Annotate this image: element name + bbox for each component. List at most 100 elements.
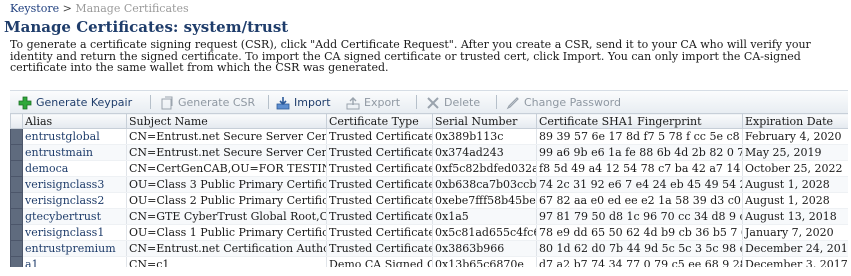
cell-subject: CN=Entrust.net Secure Server Certificate bbox=[126, 128, 327, 145]
import-label: Import bbox=[294, 96, 331, 109]
cell-subject: CN=GTE CyberTrust Global Root,OU=GTE bbox=[126, 208, 327, 225]
toolbar-divider bbox=[416, 95, 417, 109]
cell-type: Trusted Certificate bbox=[326, 160, 433, 177]
column-header-serial-number[interactable]: Serial Number bbox=[432, 113, 537, 129]
import-button[interactable]: Import bbox=[276, 95, 331, 110]
breadcrumb-keystore-link[interactable]: Keystore bbox=[10, 2, 59, 15]
generate-csr-button[interactable]: Generate CSR bbox=[160, 95, 255, 110]
certificates-table: Alias Subject Name Certificate Type Seri… bbox=[10, 113, 848, 267]
toolbar-divider bbox=[268, 95, 269, 109]
cell-alias[interactable]: entrustmain bbox=[22, 144, 127, 161]
cell-expires: January 7, 2020 bbox=[742, 224, 848, 241]
change-password-label: Change Password bbox=[524, 96, 621, 109]
column-header-sha1-fingerprint[interactable]: Certificate SHA1 Fingerprint bbox=[536, 113, 743, 129]
cell-serial: 0x374ad243 bbox=[432, 144, 537, 161]
table-row[interactable]: entrustglobal CN=Entrust.net Secure Serv… bbox=[10, 128, 848, 145]
row-selector[interactable] bbox=[10, 160, 23, 177]
export-label: Export bbox=[364, 96, 401, 109]
delete-icon bbox=[426, 96, 440, 110]
cell-serial: 0x389b113c bbox=[432, 128, 537, 145]
cell-alias[interactable]: a1 bbox=[22, 256, 127, 267]
cell-alias[interactable]: entrustpremium bbox=[22, 240, 127, 257]
cell-serial: 0x1a5 bbox=[432, 208, 537, 225]
cell-sha1: f8 5d 49 a4 12 54 78 c7 ba 42 a7 14 3 bbox=[536, 160, 743, 177]
row-selector[interactable] bbox=[10, 128, 23, 145]
breadcrumb-separator: > bbox=[62, 2, 72, 15]
cell-expires: May 25, 2019 bbox=[742, 144, 848, 161]
export-button[interactable]: Export bbox=[346, 95, 400, 110]
breadcrumb: Keystore > Manage Certificates bbox=[10, 2, 189, 15]
cell-subject: CN=Entrust.net Certification Authority bbox=[126, 240, 327, 257]
table-row[interactable]: gtecybertrust CN=GTE CyberTrust Global R… bbox=[10, 208, 848, 225]
column-header-expiration-date[interactable]: Expiration Date bbox=[742, 113, 848, 129]
cell-type: Demo CA Signed Certificate bbox=[326, 256, 433, 267]
table-row[interactable]: entrustmain CN=Entrust.net Secure Server… bbox=[10, 144, 848, 161]
cell-subject: OU=Class 2 Public Primary Certification bbox=[126, 192, 327, 209]
cell-serial: 0xb638ca7b03ccb bbox=[432, 176, 537, 193]
table-row[interactable]: verisignclass2 OU=Class 2 Public Primary… bbox=[10, 192, 848, 209]
export-icon bbox=[346, 96, 360, 110]
table-row[interactable]: verisignclass3 OU=Class 3 Public Primary… bbox=[10, 176, 848, 193]
column-header-alias[interactable]: Alias bbox=[22, 113, 127, 129]
delete-label: Delete bbox=[444, 96, 481, 109]
cell-expires: August 1, 2028 bbox=[742, 192, 848, 209]
cell-alias[interactable]: verisignclass3 bbox=[22, 176, 127, 193]
instructions-text: To generate a certificate signing reques… bbox=[10, 38, 811, 74]
cell-alias[interactable]: verisignclass2 bbox=[22, 192, 127, 209]
generate-csr-label: Generate CSR bbox=[178, 96, 256, 109]
row-selector[interactable] bbox=[10, 224, 23, 241]
page-title: Manage Certificates: system/trust bbox=[4, 18, 289, 36]
column-header-subject-name[interactable]: Subject Name bbox=[126, 113, 327, 129]
cell-sha1: 74 2c 31 92 e6 7 e4 24 eb 45 49 54 2b bbox=[536, 176, 743, 193]
cell-serial: 0x13b65c6870e bbox=[432, 256, 537, 267]
generate-keypair-button[interactable]: Generate Keypair bbox=[18, 95, 132, 110]
cell-alias[interactable]: entrustglobal bbox=[22, 128, 127, 145]
cell-sha1: 78 e9 dd 65 50 62 4d b9 cb 36 b5 7 67 bbox=[536, 224, 743, 241]
cell-sha1: 97 81 79 50 d8 1c 96 70 cc 34 d8 9 cf bbox=[536, 208, 743, 225]
cell-alias[interactable]: gtecybertrust bbox=[22, 208, 127, 225]
cell-expires: December 24, 2019 bbox=[742, 240, 848, 257]
cell-serial: 0x5c81ad655c4fc6 bbox=[432, 224, 537, 241]
cell-expires: August 13, 2018 bbox=[742, 208, 848, 225]
table-row[interactable]: verisignclass1 OU=Class 1 Public Primary… bbox=[10, 224, 848, 241]
cell-type: Trusted Certificate bbox=[326, 224, 433, 241]
cell-sha1: 89 39 57 6e 17 8d f7 5 78 f cc 5e c8 4f bbox=[536, 128, 743, 145]
toolbar-divider bbox=[150, 95, 151, 109]
cell-alias[interactable]: verisignclass1 bbox=[22, 224, 127, 241]
cell-type: Trusted Certificate bbox=[326, 192, 433, 209]
table-row[interactable]: democa CN=CertGenCAB,OU=FOR TESTING ONLY… bbox=[10, 160, 848, 177]
cell-subject: CN=CertGenCAB,OU=FOR TESTING ONLY bbox=[126, 160, 327, 177]
cell-type: Trusted Certificate bbox=[326, 128, 433, 145]
row-selector[interactable] bbox=[10, 144, 23, 161]
cell-type: Trusted Certificate bbox=[326, 208, 433, 225]
instructions: To generate a certificate signing reques… bbox=[10, 39, 848, 74]
row-selector[interactable] bbox=[10, 176, 23, 193]
change-password-button[interactable]: Change Password bbox=[506, 95, 621, 110]
table-header-row: Alias Subject Name Certificate Type Seri… bbox=[10, 113, 848, 129]
cell-expires: August 1, 2028 bbox=[742, 176, 848, 193]
generate-csr-icon bbox=[160, 96, 174, 110]
table-row[interactable]: entrustpremium CN=Entrust.net Certificat… bbox=[10, 240, 848, 257]
cell-serial: 0xebe7fff58b45be bbox=[432, 192, 537, 209]
cell-serial: 0x3863b966 bbox=[432, 240, 537, 257]
cell-expires: October 25, 2022 bbox=[742, 160, 848, 177]
column-header-certificate-type[interactable]: Certificate Type bbox=[326, 113, 433, 129]
cell-expires: February 4, 2020 bbox=[742, 128, 848, 145]
table-row[interactable]: a1 CN=c1 Demo CA Signed Certificate 0x13… bbox=[10, 256, 848, 267]
cell-subject: CN=Entrust.net Secure Server Certificate bbox=[126, 144, 327, 161]
generate-keypair-label: Generate Keypair bbox=[36, 96, 133, 109]
cell-type: Trusted Certificate bbox=[326, 176, 433, 193]
row-selector-header bbox=[10, 113, 23, 129]
cell-sha1: 80 1d 62 d0 7b 44 9d 5c 5c 3 5c 98 ea bbox=[536, 240, 743, 257]
delete-button[interactable]: Delete bbox=[426, 95, 480, 110]
cell-alias[interactable]: democa bbox=[22, 160, 127, 177]
cell-subject: OU=Class 3 Public Primary Certification bbox=[126, 176, 327, 193]
cell-subject: OU=Class 1 Public Primary Certification bbox=[126, 224, 327, 241]
cell-type: Trusted Certificate bbox=[326, 144, 433, 161]
row-selector[interactable] bbox=[10, 256, 23, 267]
row-selector[interactable] bbox=[10, 192, 23, 209]
toolbar-divider bbox=[496, 95, 497, 109]
row-selector[interactable] bbox=[10, 240, 23, 257]
breadcrumb-current: Manage Certificates bbox=[75, 2, 189, 15]
row-selector[interactable] bbox=[10, 208, 23, 225]
